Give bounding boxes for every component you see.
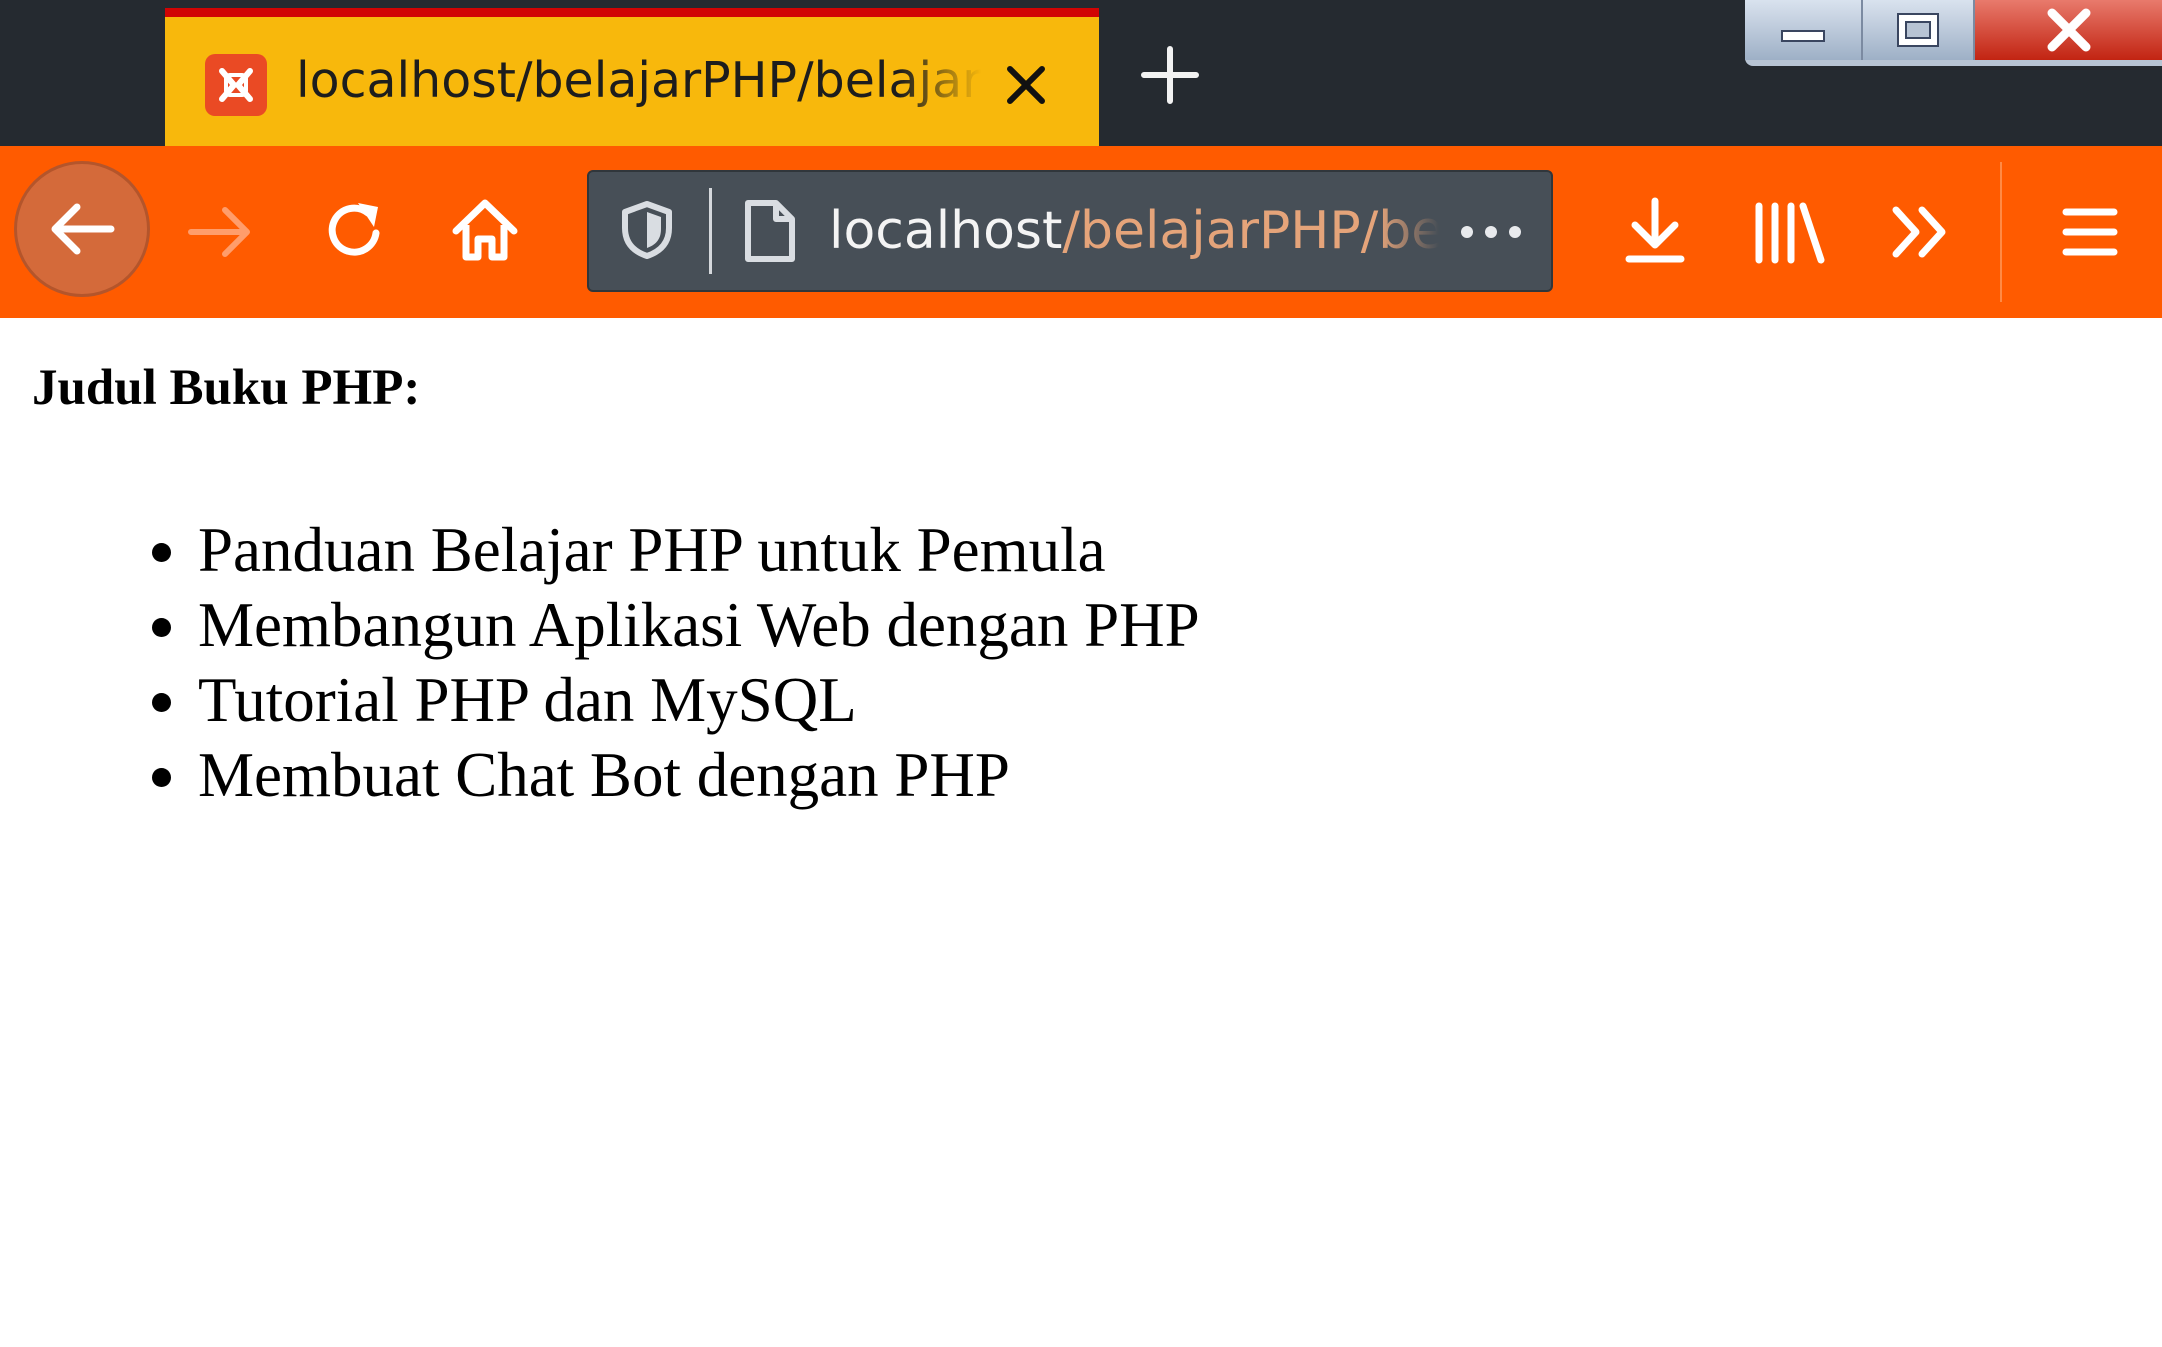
minimize-icon: [1781, 30, 1825, 42]
arrow-right-icon: [188, 207, 250, 257]
url-host: localhost: [829, 201, 1063, 261]
back-button[interactable]: [14, 161, 150, 297]
minimize-button[interactable]: [1745, 0, 1863, 60]
url-path: /belajarPHP/belajar.php: [1062, 201, 1439, 261]
page-heading: Judul Buku PHP:: [32, 360, 421, 416]
navigation-toolbar: localhost/belajarPHP/belajar.php: [0, 146, 2162, 318]
home-icon: [452, 199, 518, 261]
reload-icon: [328, 203, 380, 256]
list-item: Tutorial PHP dan MySQL: [196, 663, 1200, 738]
download-icon: [1625, 197, 1685, 263]
url-separator: [709, 188, 712, 274]
url-bar[interactable]: localhost/belajarPHP/belajar.php: [587, 170, 1553, 292]
close-icon: [2047, 8, 2090, 52]
menu-button[interactable]: [2050, 192, 2130, 272]
url-text[interactable]: localhost/belajarPHP/belajar.php: [829, 192, 1439, 270]
more-dots-icon[interactable]: [1451, 202, 1531, 262]
xampp-icon: [205, 54, 267, 116]
reload-button[interactable]: [315, 192, 395, 272]
forward-button[interactable]: [180, 192, 260, 272]
list-item: Panduan Belajar PHP untuk Pemula: [196, 513, 1200, 588]
page-content: Judul Buku PHP: Panduan Belajar PHP untu…: [0, 318, 2162, 1347]
list-item: Membuat Chat Bot dengan PHP: [196, 738, 1200, 813]
browser-tab-active[interactable]: localhost/belajarPHP/belajar.php: [165, 8, 1099, 146]
plus-icon: [1141, 46, 1199, 104]
overflow-button[interactable]: [1880, 192, 1960, 272]
browser-tab-bar: localhost/belajarPHP/belajar.php: [0, 0, 2162, 146]
downloads-button[interactable]: [1615, 192, 1695, 272]
new-tab-button[interactable]: [1135, 40, 1205, 110]
library-icon: [1755, 202, 1825, 264]
shield-icon[interactable]: [617, 200, 677, 260]
list-item: Membangun Aplikasi Web dengan PHP: [196, 588, 1200, 663]
maximize-button[interactable]: [1863, 0, 1975, 60]
tab-title: localhost/belajarPHP/belajar.php: [296, 52, 981, 109]
window-controls: [1745, 0, 2162, 66]
home-button[interactable]: [445, 190, 525, 270]
close-icon[interactable]: [996, 55, 1056, 115]
toolbar-divider: [2000, 162, 2002, 302]
arrow-left-icon: [51, 203, 115, 255]
hamburger-icon: [2062, 208, 2118, 256]
page-icon[interactable]: [739, 198, 799, 264]
library-button[interactable]: [1745, 192, 1835, 272]
chevrons-right-icon: [1892, 206, 1946, 258]
book-list: Panduan Belajar PHP untuk Pemula Membang…: [0, 513, 1200, 813]
window-close-button[interactable]: [1975, 0, 2162, 60]
maximize-icon: [1897, 13, 1939, 47]
